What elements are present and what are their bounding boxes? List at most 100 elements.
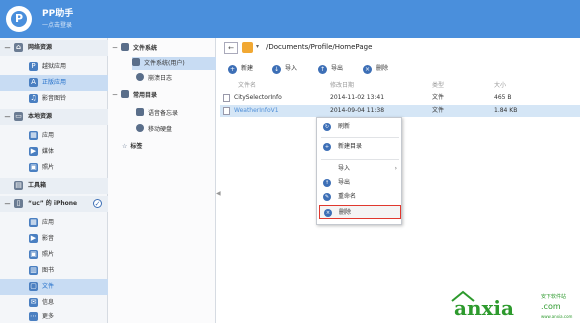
tree-node-label: 文件系统(用户) [144,60,185,67]
sidebar-item-label: 媒体 [42,148,55,155]
file-size: 465 B [494,94,512,101]
tree-node-label: 常用目录 [133,92,158,99]
tree-node-filesystem-user[interactable]: 文件系统(用户) [132,57,216,70]
sidebar-item-device-more[interactable]: ⋯ 更多 [0,309,108,323]
delete-button[interactable]: × 删除 [363,63,388,74]
sidebar-group-local[interactable]: － ▭ 本地资源 [0,109,108,125]
menu-item-label: 重命名 [338,193,357,200]
sidebar-item-device-video[interactable]: ▶ 影音 [0,231,108,247]
collapse-icon[interactable]: － [4,40,11,56]
apps-icon: ▦ [29,131,38,140]
menu-item-rename[interactable]: ✎ 重命名 [319,190,401,204]
sidebar-item-toolbox[interactable]: ▤ 工具箱 [0,178,108,194]
sidebar-item-local-media[interactable]: ▶ 媒体 [0,144,108,160]
export-icon: ↑ [323,179,331,187]
file-icon: ▢ [29,282,38,291]
column-header-type[interactable]: 类型 [432,80,444,89]
column-header-size[interactable]: 大小 [494,80,506,89]
back-button[interactable]: ← [224,42,238,54]
tree-node-filesystem[interactable]: － 文件系统 [112,42,157,55]
delete-icon: × [363,65,372,74]
sidebar-item-label: 应用 [42,219,55,226]
photo-icon: ▣ [29,250,38,259]
menu-item-label: 导出 [338,179,351,186]
watermark-cn: 安下软件站 [541,294,567,300]
menu-item-refresh[interactable]: ↻ 刷新 [319,120,401,134]
sidebar-item-label: 应用 [42,132,55,139]
column-header-name[interactable]: 文件名 [238,80,256,89]
menu-item-new-directory[interactable]: + 新建目录 [319,140,401,154]
sidebar-item-device-books[interactable]: ▥ 图书 [0,263,108,279]
watermark-tld: .com [541,302,561,311]
sidebar-item-label: 影音图铃 [42,95,67,102]
menu-divider [321,159,399,160]
file-icon [223,107,230,115]
sidebar-group-label: 工具箱 [28,182,47,189]
sidebar-item-device-photos[interactable]: ▣ 照片 [0,247,108,263]
sidebar-item-label: 正版应用 [42,79,67,86]
tree-node-voice-memo[interactable]: 语音备忘录 [136,107,178,120]
tree-node-mobile-disk[interactable]: 移动硬盘 [136,123,172,136]
import-icon: ↓ [272,65,281,74]
export-button[interactable]: ↑ 导出 [318,63,343,74]
menu-item-export[interactable]: ↑ 导出 [319,176,401,190]
tree-node-label: 文件系统 [133,45,158,52]
table-row[interactable]: CitySelectorInfo 2014-11-02 13:41 文件 465… [220,92,580,104]
pp-logo-icon[interactable]: P [6,6,32,32]
sidebar-group-network[interactable]: － ⌂ 网络资源 [0,40,108,56]
chevron-down-icon[interactable]: ▾ [256,43,259,50]
file-date: 2014-11-02 13:41 [330,94,385,101]
file-icon [223,94,230,102]
toolbar-label: 导出 [331,65,344,72]
sidebar-item-device-apps[interactable]: ▦ 应用 [0,215,108,231]
new-button[interactable]: + 新建 [228,63,253,74]
menu-item-delete[interactable]: × 删除 [319,205,401,219]
import-button[interactable]: ↓ 导入 [272,63,297,74]
file-name: WeatherInfoV1 [234,107,279,114]
photo-icon: ▣ [29,163,38,172]
toolbox-icon: ▤ [14,181,23,190]
folder-icon [132,58,140,66]
toolbar-label: 删除 [376,65,389,72]
menu-item-import[interactable]: 导入 › [319,162,401,176]
collapse-icon[interactable]: － [112,45,118,52]
tree-node-bookmarks[interactable]: ☆ 标签 [122,140,142,153]
folder-icon [242,42,253,53]
tree-node-label: 崩溃日志 [148,75,173,82]
more-icon: ⋯ [29,312,38,321]
sidebar-item-genuine-apps[interactable]: A 正版应用 [0,75,108,91]
sidebar-item-ringtones[interactable]: ♫ 影音图铃 [0,91,108,107]
sidebar-item-jailbreak-apps[interactable]: P 越狱应用 [0,59,108,75]
tree-node-common-dirs[interactable]: － 常用目录 [112,89,157,102]
sidebar: － ⌂ 网络资源 P 越狱应用 A 正版应用 ♫ 影音图铃 － ▭ 本地资源 ▦… [0,38,108,323]
sidebar-item-label: 文件 [42,283,55,290]
app-title: PP助手 [42,9,74,19]
monitor-icon: ▭ [14,112,23,121]
sidebar-group-device[interactable]: － ▯ “uc” 的 iPhone ✓ [0,196,108,212]
menu-item-label: 新建目录 [338,143,363,150]
microphone-icon [136,108,144,116]
path-input[interactable]: /Documents/Profile/HomePage [266,43,372,51]
sidebar-item-device-files[interactable]: ▢ 文件 [0,279,108,295]
tree-node-crash-log[interactable]: 崩溃日志 [136,72,172,85]
sidebar-item-local-photos[interactable]: ▣ 照片 [0,160,108,176]
message-icon: ✉ [29,298,38,307]
info-icon [136,73,144,81]
collapse-icon[interactable]: － [112,92,118,99]
table-header: 文件名 修改日期 类型 大小 [220,80,580,90]
collapse-icon[interactable]: － [4,109,11,125]
menu-divider [321,137,399,138]
list-icon [121,90,130,98]
sidebar-item-label: 更多 [42,313,55,320]
menu-item-label: 删除 [339,209,352,216]
sidebar-item-label: 照片 [42,164,55,171]
table-row[interactable]: WeatherInfoV1 2014-09-04 11:38 文件 1.84 K… [220,105,580,117]
sidebar-item-local-apps[interactable]: ▦ 应用 [0,128,108,144]
collapse-icon[interactable]: － [4,196,11,212]
disk-icon [136,124,144,132]
column-header-date[interactable]: 修改日期 [330,80,354,89]
sidebar-group-label: 本地资源 [28,113,53,120]
home-icon: ⌂ [14,43,23,52]
login-link[interactable]: 一点击登录 [42,20,72,29]
book-icon: ▥ [29,266,38,275]
